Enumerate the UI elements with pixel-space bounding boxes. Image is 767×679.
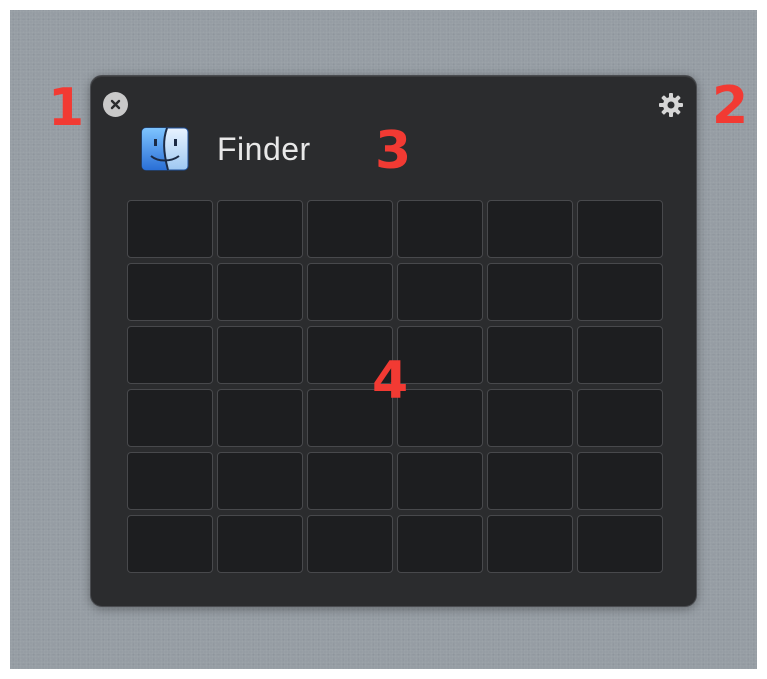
shortcut-slot[interactable] <box>127 515 213 573</box>
shortcut-slot[interactable] <box>487 452 573 510</box>
shortcut-slot[interactable] <box>127 389 213 447</box>
shortcut-slot[interactable] <box>127 326 213 384</box>
shortcut-slot[interactable] <box>127 200 213 258</box>
shortcut-slot[interactable] <box>397 326 483 384</box>
shortcut-slot[interactable] <box>127 452 213 510</box>
shortcut-slot[interactable] <box>217 389 303 447</box>
annotation-grid: 4 <box>372 351 409 411</box>
shortcut-slot[interactable] <box>217 263 303 321</box>
shortcut-slot[interactable] <box>487 389 573 447</box>
shortcut-slot[interactable] <box>577 389 663 447</box>
shortcut-slot[interactable] <box>577 326 663 384</box>
shortcut-slot[interactable] <box>577 263 663 321</box>
finder-icon <box>141 127 189 171</box>
shortcut-slot[interactable] <box>217 326 303 384</box>
shortcut-slot[interactable] <box>307 200 393 258</box>
shortcut-slot[interactable] <box>577 515 663 573</box>
app-header: Finder <box>141 126 311 172</box>
shortcut-slot[interactable] <box>397 515 483 573</box>
close-icon <box>110 99 121 110</box>
shortcut-slot[interactable] <box>487 515 573 573</box>
shortcut-slot[interactable] <box>127 263 213 321</box>
shortcut-slot[interactable] <box>397 389 483 447</box>
shortcut-slot[interactable] <box>307 263 393 321</box>
shortcut-slot[interactable] <box>217 452 303 510</box>
shortcut-slot[interactable] <box>397 200 483 258</box>
shortcut-slot[interactable] <box>217 200 303 258</box>
shortcut-slot[interactable] <box>307 515 393 573</box>
annotation-title: 3 <box>375 121 412 181</box>
shortcut-slot[interactable] <box>577 200 663 258</box>
shortcut-slot[interactable] <box>487 200 573 258</box>
app-title: Finder <box>217 130 311 167</box>
shortcut-slot[interactable] <box>577 452 663 510</box>
gear-icon <box>659 93 683 117</box>
shortcut-slot[interactable] <box>397 263 483 321</box>
annotation-close: 1 <box>48 78 85 138</box>
shortcut-slot[interactable] <box>217 515 303 573</box>
shortcut-slot[interactable] <box>487 326 573 384</box>
annotation-settings: 2 <box>712 76 749 136</box>
shortcut-slot[interactable] <box>487 263 573 321</box>
settings-button[interactable] <box>656 90 686 120</box>
shortcut-slot[interactable] <box>397 452 483 510</box>
shortcut-slot[interactable] <box>307 452 393 510</box>
close-button[interactable] <box>103 92 128 117</box>
